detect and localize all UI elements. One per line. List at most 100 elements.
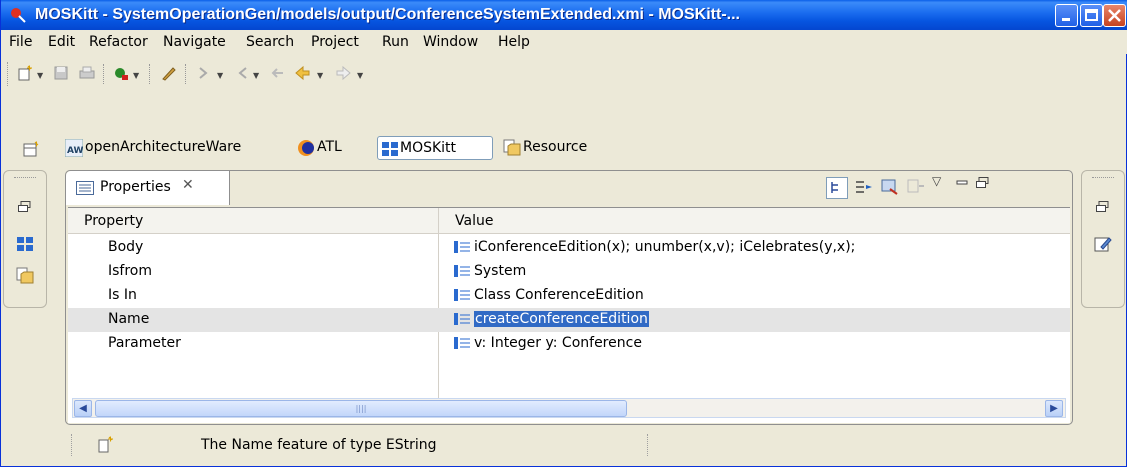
properties-table: Property Value Body iConferenceEdition(x…: [68, 208, 1070, 398]
restore-icon[interactable]: [18, 201, 32, 213]
property-name: Is In: [108, 287, 137, 303]
menu-search[interactable]: Search: [246, 34, 294, 50]
menu-bar: File Edit Refactor Navigate Search Proje…: [1, 30, 1127, 54]
application-window: MOSKitt - SystemOperationGen/models/outp…: [0, 0, 1127, 467]
new-dropdown-icon[interactable]: ▼: [37, 71, 43, 80]
menu-edit[interactable]: Edit: [48, 34, 75, 50]
main-toolbar: ▼ ▼ ▼ ▼ ▼ ▼: [1, 56, 1127, 90]
forward-dropdown-icon[interactable]: ▼: [357, 71, 363, 80]
perspective-label: ATL: [317, 139, 342, 155]
scroll-right-button[interactable]: ▶: [1045, 400, 1063, 417]
next-annotation-dropdown-icon[interactable]: ▼: [217, 71, 223, 80]
value-list-icon: [454, 241, 470, 253]
value-text: Class ConferenceEdition: [474, 287, 644, 303]
value-text: System: [474, 263, 527, 279]
value-text: iConferenceEdition(x); unumber(x,v); iCe…: [474, 239, 856, 255]
horizontal-scrollbar[interactable]: ◀ |||| ▶: [72, 398, 1066, 418]
minimize-button[interactable]: [1055, 4, 1078, 27]
moskitt-icon: [382, 142, 398, 156]
toolbar-separator: [103, 64, 104, 84]
resource-navigator-icon[interactable]: [16, 267, 34, 285]
restore-default-icon[interactable]: [880, 177, 900, 197]
toolbar-grip[interactable]: [7, 62, 10, 86]
show-categories-icon[interactable]: [826, 177, 848, 199]
perspective-openarchitectureware[interactable]: AW openArchitectureWare: [63, 136, 283, 160]
debug-run-icon[interactable]: [113, 65, 129, 81]
right-trim-stack: [1081, 170, 1125, 308]
minimize-view-icon[interactable]: [956, 177, 968, 189]
table-row[interactable]: Is In Class ConferenceEdition: [68, 284, 1070, 308]
restore-icon[interactable]: [1096, 201, 1110, 213]
value-list-icon: [454, 313, 470, 325]
back-icon[interactable]: [295, 65, 311, 81]
scroll-left-button[interactable]: ◀: [74, 400, 92, 417]
toolbar-separator: [149, 64, 150, 84]
tab-close-icon[interactable]: ✕: [182, 177, 194, 193]
menu-project[interactable]: Project: [311, 34, 359, 50]
fast-view-icon[interactable]: [97, 436, 115, 454]
back-dropdown-icon[interactable]: ▼: [317, 71, 323, 80]
atl-icon: [298, 140, 314, 156]
new-icon[interactable]: [17, 65, 33, 81]
status-bar: The Name feature of type EString: [1, 430, 1127, 460]
column-header-value[interactable]: Value: [439, 208, 1070, 234]
moskitt-view-icon[interactable]: [16, 235, 34, 253]
menu-navigate[interactable]: Navigate: [163, 34, 226, 50]
perspective-moskitt[interactable]: MOSKitt: [377, 136, 493, 160]
column-header-property[interactable]: Property: [68, 208, 438, 234]
title-bar[interactable]: MOSKitt - SystemOperationGen/models/outp…: [1, 0, 1127, 30]
prev-annotation-icon[interactable]: [233, 65, 249, 81]
table-row[interactable]: Parameter v: Integer y: Conference: [68, 332, 1070, 356]
column-header-label: Value: [455, 213, 494, 229]
prev-annotation-dropdown-icon[interactable]: ▼: [253, 71, 259, 80]
menu-run[interactable]: Run: [382, 34, 409, 50]
trim-grip[interactable]: [14, 177, 36, 178]
menu-window[interactable]: Window: [423, 34, 478, 50]
perspective-resource[interactable]: Resource: [501, 136, 621, 160]
toolbar-separator: [185, 64, 186, 84]
value-list-icon: [454, 265, 470, 277]
svg-text:AW: AW: [67, 146, 83, 156]
property-name: Isfrom: [108, 263, 153, 279]
resource-icon: [503, 139, 521, 156]
next-annotation-icon[interactable]: [197, 65, 213, 81]
menu-help[interactable]: Help: [498, 34, 530, 50]
properties-body: Property Value Body iConferenceEdition(x…: [68, 207, 1070, 423]
status-grip: [647, 434, 650, 456]
save-icon[interactable]: [53, 65, 69, 81]
close-button[interactable]: [1103, 4, 1126, 27]
tab-properties[interactable]: Properties ✕: [66, 171, 230, 205]
minimize-icon: [1062, 18, 1070, 21]
edit-pen-icon[interactable]: [161, 65, 177, 81]
run-dropdown-icon[interactable]: ▼: [133, 71, 139, 80]
property-name: Parameter: [108, 335, 181, 351]
close-icon: [1108, 9, 1121, 22]
table-row[interactable]: Body iConferenceEdition(x); unumber(x,v)…: [68, 236, 1070, 260]
view-menu-icon[interactable]: ▽: [932, 174, 941, 188]
value-edit-field[interactable]: createConferenceEdition: [474, 311, 649, 327]
menu-file[interactable]: File: [9, 34, 32, 50]
left-trim-stack: [3, 170, 47, 308]
outline-edit-icon[interactable]: [1094, 235, 1112, 253]
show-advanced-icon[interactable]: [854, 177, 874, 197]
properties-view: Properties ✕ ▽ Property Value Body iConf…: [65, 170, 1073, 425]
perspective-bar: AW openArchitectureWare ATL MOSKitt Reso…: [1, 132, 1127, 164]
maximize-view-icon[interactable]: [976, 177, 990, 189]
pin-view-icon[interactable]: [906, 177, 926, 197]
value-text: v: Integer y: Conference: [474, 335, 642, 351]
maximize-button[interactable]: [1080, 4, 1103, 27]
value-list-icon: [454, 289, 470, 301]
perspective-atl[interactable]: ATL: [295, 136, 365, 160]
properties-icon: [76, 181, 94, 195]
trim-grip[interactable]: [1092, 177, 1114, 178]
table-row-selected[interactable]: Name createConferenceEdition: [68, 308, 1070, 332]
menu-refactor[interactable]: Refactor: [89, 34, 148, 50]
scroll-thumb[interactable]: ||||: [95, 400, 627, 417]
table-row[interactable]: Isfrom System: [68, 260, 1070, 284]
forward-icon[interactable]: [335, 65, 351, 81]
last-edit-icon[interactable]: [269, 65, 285, 81]
perspective-label: Resource: [523, 139, 588, 155]
open-perspective-icon[interactable]: [23, 141, 39, 157]
property-name: Name: [108, 311, 150, 327]
print-icon[interactable]: [79, 65, 95, 81]
